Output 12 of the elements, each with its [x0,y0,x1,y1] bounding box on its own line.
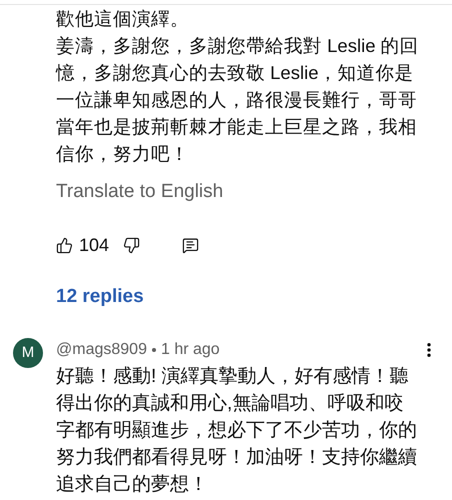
thumbs-up-icon[interactable] [56,236,73,254]
like-count: 104 [79,234,110,256]
comment-text: 歡他這個演繹。 [56,7,190,31]
thumbs-down-icon[interactable] [123,236,140,254]
translate-link[interactable]: Translate to English [56,181,224,202]
avatar: M [13,338,43,368]
reply-icon[interactable] [182,236,200,254]
comment-time: 1 hr ago [160,340,220,360]
comment-text: 姜濤，多謝您，多謝您帶給我對 Leslie 的回憶，多謝您真心的去致敬 Leslie，知道你是一位謙卑知感恩的人，路很漫長難行，哥哥當年也是披荊斬棘才能走上巨星之路，我相信你，努力吧！ [56,34,420,166]
replies-link[interactable]: 12 replies [56,286,144,307]
author-name[interactable]: @mags8909 [56,338,147,362]
comment-text: 好聽！感動! 演繹真摯動人，好有感情！聽得出你的真誠和用心,無論唱功、呼吸和咬字都有明顯進步，想必下了不少苦功，你的努力我們都看得見呀！加油呀！支持你繼續追求自己的夢想！ [56,365,418,497]
